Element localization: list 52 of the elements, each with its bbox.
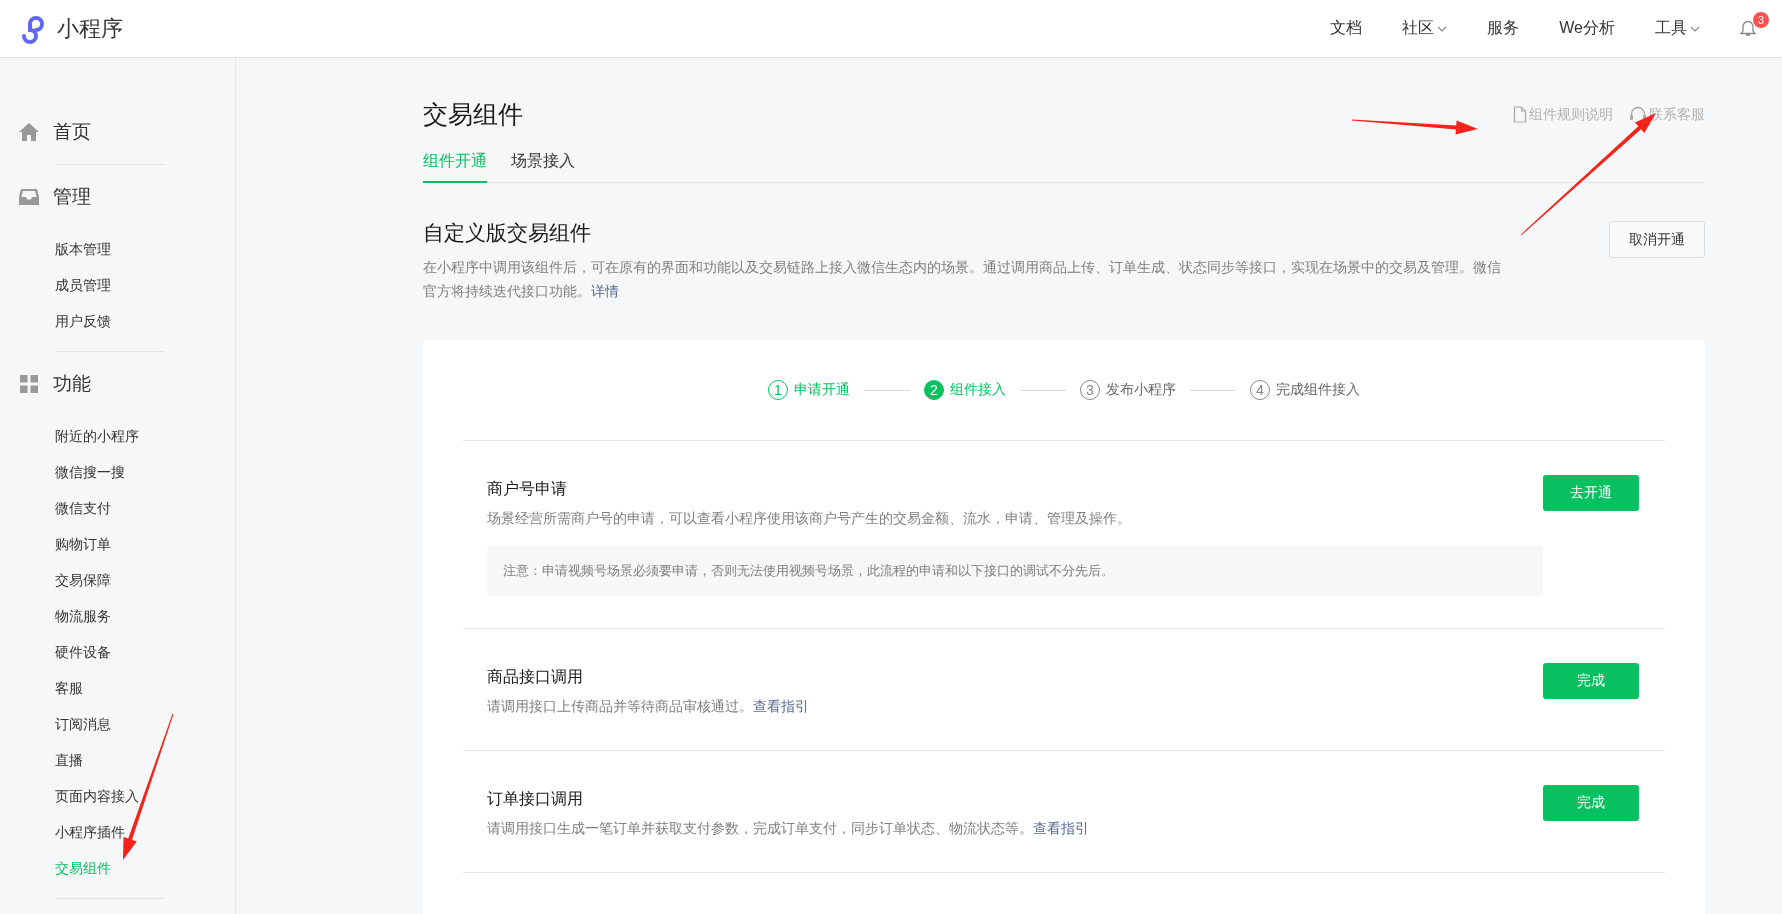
- app-title: 小程序: [57, 14, 123, 43]
- nav-link[interactable]: 社区: [1382, 18, 1468, 39]
- sidebar-item[interactable]: 页面内容接入: [0, 778, 165, 814]
- sidebar-item[interactable]: 微信支付: [0, 490, 165, 526]
- guide-link[interactable]: 查看指引: [753, 698, 809, 714]
- step-number: 2: [924, 380, 944, 400]
- nav-link[interactable]: 服务: [1467, 18, 1540, 39]
- sidebar-item[interactable]: 物流服务: [0, 598, 165, 634]
- details-link[interactable]: 详情: [591, 283, 619, 299]
- sidebar-item[interactable]: 版本管理: [0, 231, 165, 267]
- caret-icon: [1437, 24, 1448, 33]
- section-title: 自定义版交易组件: [423, 220, 592, 246]
- document-icon: [1513, 106, 1527, 123]
- nav-link[interactable]: 文档: [1310, 18, 1383, 39]
- nav-link[interactable]: We分析: [1539, 18, 1635, 39]
- nav-link[interactable]: 工具: [1635, 18, 1720, 39]
- note-box: 注意：申请视频号场景必须要申请，否则无法使用视频号场景，此流程的申请和以下接口的调试不分先后。: [487, 546, 1543, 596]
- task-title: 订单接口调用: [487, 789, 584, 809]
- sidebar-item[interactable]: 微信搜一搜: [0, 454, 165, 490]
- sidebar-item[interactable]: 购物订单: [0, 526, 165, 562]
- sidebar-heading[interactable]: 管理: [53, 184, 91, 210]
- task-title: 商户号申请: [487, 479, 568, 499]
- step-label: 组件接入: [950, 381, 1006, 399]
- sidebar-item[interactable]: 客服: [0, 670, 165, 706]
- page-title: 交易组件: [423, 99, 523, 130]
- guide-link[interactable]: 查看指引: [1033, 820, 1089, 836]
- bell-icon[interactable]: [1740, 20, 1756, 37]
- section-description: 在小程序中调用该组件后，可在原有的界面和功能以及交易链路上接入微信生态内的场景。通过调用商品上传、订单生成、状态同步等接口，实现在场景中的交易及管理。微信官方将持续迭代接口功能。详情: [423, 258, 1502, 301]
- task-title: 商品接口调用: [487, 667, 584, 687]
- tab[interactable]: 场景接入: [511, 151, 575, 183]
- step-label: 申请开通: [794, 381, 850, 399]
- step-label: 完成组件接入: [1276, 381, 1360, 399]
- sidebar-heading[interactable]: 首页: [53, 119, 91, 145]
- cancel-button[interactable]: 取消开通: [1609, 221, 1705, 258]
- sidebar-item[interactable]: 交易保障: [0, 562, 165, 598]
- sidebar-item[interactable]: 订阅消息: [0, 706, 165, 742]
- sidebar-item[interactable]: 硬件设备: [0, 634, 165, 670]
- task-description: 请调用接口生成一笔订单并获取支付参数，完成订单支付，同步订单状态、物流状态等。查看指引: [487, 819, 1090, 838]
- sidebar-item[interactable]: 用户反馈: [0, 303, 165, 339]
- sidebar-item[interactable]: 小程序插件: [0, 814, 165, 850]
- sidebar-heading[interactable]: 功能: [53, 371, 91, 397]
- sidebar-item[interactable]: 附近的小程序: [0, 418, 165, 454]
- notification-badge: 3: [1752, 11, 1770, 29]
- grid-icon: [18, 373, 40, 395]
- home-icon: [18, 121, 40, 143]
- sidebar-item[interactable]: 直播: [0, 742, 165, 778]
- task-description: 请调用接口上传商品并等待商品审核通过。查看指引: [487, 697, 810, 716]
- task-description: 场景经营所需商户号的申请，可以查看小程序使用该商户号产生的交易金额、流水，申请、管理及操作。: [487, 509, 1132, 528]
- inbox-icon: [18, 186, 40, 208]
- step-label: 发布小程序: [1106, 381, 1176, 399]
- caret-icon: [1690, 24, 1700, 33]
- sidebar-item[interactable]: 成员管理: [0, 267, 165, 303]
